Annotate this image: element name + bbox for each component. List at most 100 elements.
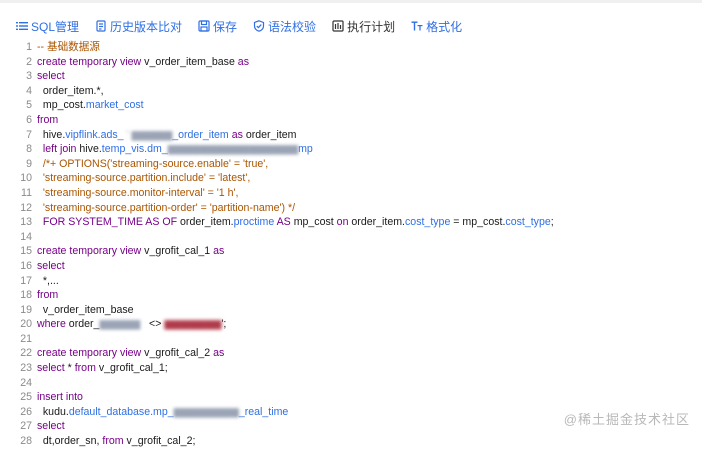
line-number: 4 (26, 84, 32, 97)
exec-plan-button[interactable]: 执行计划 (332, 18, 395, 35)
code-line: 15 create temporary view v_grofit_cal_1 a… (0, 244, 702, 259)
code-line: 14 (0, 230, 702, 245)
sql-manage-button[interactable]: SQL管理 (16, 18, 79, 35)
line-number: 28 (20, 435, 32, 448)
format-button[interactable]: 格式化 (411, 18, 462, 35)
identifier: = mp_cost. (450, 216, 506, 229)
keyword: create temporary view (37, 245, 142, 258)
line-number: 16 (20, 259, 32, 272)
line-number: 12 (20, 201, 32, 214)
code-line: 8 left join hive.temp_vis.dm_▆▆▆▆▆▆▆▆▆▆▆… (0, 142, 702, 157)
redacted-block: ▆▆▆▆▆ (131, 128, 173, 141)
line-number: 5 (26, 99, 32, 112)
identifier: v_grofit_cal_2; (123, 435, 196, 448)
line-number: 10 (20, 172, 32, 185)
exec-plan-label: 执行计划 (347, 19, 396, 34)
keyword: create temporary view (37, 55, 142, 68)
code-line: 25 insert into (0, 390, 702, 405)
identifier: order_item.*, (37, 84, 104, 97)
identifier: *,... (37, 274, 59, 287)
line-number: 24 (20, 376, 32, 389)
code-line: 18 from (0, 288, 702, 303)
keyword: FOR SYSTEM_TIME AS OF (37, 216, 178, 229)
code-line: 9 /*+ OPTIONS('streaming-source.enable' … (0, 157, 702, 172)
identifier: kudu. (37, 405, 69, 418)
code-line: 23 select * from v_grofit_cal_1; (0, 361, 702, 376)
identifier: v_order_item_base (37, 303, 134, 316)
keyword: as (213, 347, 225, 360)
line-number: 22 (20, 347, 32, 360)
syntax-check-button[interactable]: 语法校验 (253, 18, 316, 35)
code-line: 11 'streaming-source.monitor-interval' =… (0, 186, 702, 201)
code-line: 20 where order_▆▆▆▆▆ <> ▆▆▆▆▆▆▆'; (0, 317, 702, 332)
keyword: select (37, 259, 65, 272)
save-icon (198, 20, 210, 32)
keyword: from (37, 289, 59, 302)
code-line: 24 (0, 376, 702, 391)
property: proctime (233, 216, 275, 229)
string: 'streaming-source.partition-order' = 'pa… (37, 201, 296, 214)
keyword: as (237, 55, 249, 68)
identifier: mp_cost (293, 216, 337, 229)
line-number: 19 (20, 303, 32, 316)
keyword: insert into (37, 391, 83, 404)
line-number: 25 (20, 391, 32, 404)
line-number: 1 (26, 41, 32, 53)
keyword: on (336, 216, 349, 229)
identifier: order_item. (348, 216, 405, 229)
keyword: from (102, 435, 124, 448)
line-number: 9 (26, 157, 32, 170)
format-text-icon (411, 21, 423, 31)
line-number: 27 (20, 420, 32, 433)
identifier: v_grofit_cal_1 (141, 245, 214, 258)
keyword: from (74, 362, 96, 375)
identifier: v_order_item_base (141, 55, 238, 68)
keyword: where (37, 318, 66, 331)
string: 'streaming-source.monitor-interval' = '1… (37, 186, 239, 199)
line-number: 23 (20, 362, 32, 375)
identifier: * (64, 362, 75, 375)
line-number: 21 (20, 332, 32, 345)
code-line: 16 select (0, 259, 702, 274)
property: _real_time (238, 405, 289, 418)
code-line: 21 (0, 332, 702, 347)
line-number: 3 (26, 70, 32, 83)
history-compare-button[interactable]: 历史版本比对 (95, 18, 182, 35)
code-line: 22 create temporary view v_grofit_cal_2 a… (0, 346, 702, 361)
property: cost_type (505, 216, 551, 229)
list-icon (16, 22, 28, 30)
property: vipflink.ads_ (65, 128, 124, 141)
line-number: 26 (20, 405, 32, 418)
keyword: as (228, 128, 246, 141)
operator: <> (140, 318, 165, 331)
identifier: v_grofit_cal_2 (141, 347, 214, 360)
code-line: 6 from (0, 113, 702, 128)
line-number: 6 (26, 113, 32, 126)
line-number: 15 (20, 245, 32, 258)
line-number: 17 (20, 274, 32, 287)
property: _order_item (172, 128, 229, 141)
code-line: 12 'streaming-source.partition-order' = … (0, 201, 702, 216)
line-number: 8 (26, 143, 32, 156)
code-line: 2 create temporary view v_order_item_base… (0, 55, 702, 70)
identifier: dt,order_sn, (37, 435, 103, 448)
code-line: 7 hive.vipflink.ads_ ' ▆▆▆▆▆_order_item … (0, 128, 702, 143)
hint-comment: /*+ OPTIONS('streaming-source.enable' = … (37, 157, 269, 170)
redacted-block: ▆▆▆▆▆▆▆▆▆▆▆▆▆▆▆▆ (167, 143, 299, 156)
code-line: 28 dt,order_sn, from v_grofit_cal_2; (0, 434, 702, 449)
sql-code-editor[interactable]: 1 -- 基础数据源 2 create temporary view v_order… (0, 40, 702, 447)
code-line: 19 v_order_item_base (0, 303, 702, 318)
property: temp_vis.dm_ (101, 143, 168, 156)
plan-icon (332, 20, 344, 32)
save-button[interactable]: 保存 (198, 18, 237, 35)
line-number: 7 (26, 128, 32, 141)
identifier: order_item (245, 128, 297, 141)
line-number: 20 (20, 318, 32, 331)
editor-toolbar: SQL管理 历史版本比对 保存 语法校验 执行计划 格式化 (16, 16, 462, 36)
line-number: 18 (20, 289, 32, 302)
redacted-block: ▆▆▆▆▆▆▆ (164, 318, 222, 331)
code-line: 5 mp_cost.market_cost (0, 98, 702, 113)
identifier: order_ (65, 318, 100, 331)
keyword: AS (274, 216, 294, 229)
identifier: hive. (37, 128, 66, 141)
